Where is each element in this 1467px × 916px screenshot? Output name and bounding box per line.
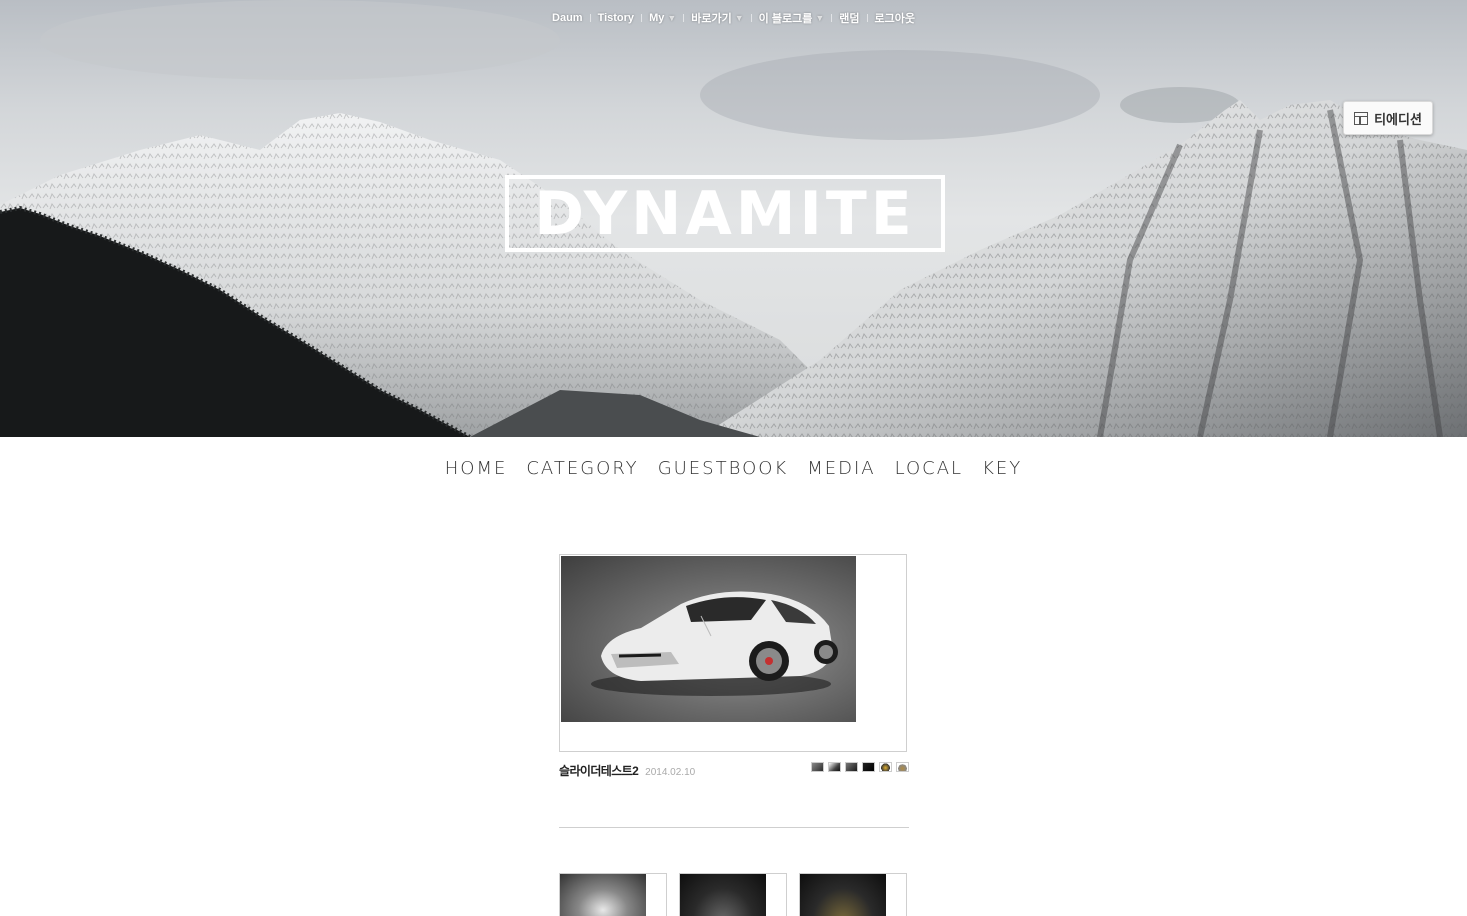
main-navigation: HOME CATEGORY GUESTBOOK MEDIA LOCAL KEY (0, 458, 1467, 482)
blog-title: DYNAMITE (534, 178, 916, 249)
topbar-this-blog-menu[interactable]: 이 블로그를 ▼ (752, 10, 832, 26)
nav-guestbook[interactable]: GUESTBOOK (658, 458, 789, 482)
slider-thumb-2[interactable] (828, 762, 841, 772)
post-meta: 슬라이더테스트2 2014.02.10 (559, 762, 695, 778)
nav-key[interactable]: KEY (982, 458, 1022, 482)
blog-title-logo[interactable]: DYNAMITE (505, 175, 945, 252)
topbar-my-menu[interactable]: My ▼ (642, 12, 683, 24)
topbar-shortcut-menu[interactable]: 바로가기 ▼ (684, 10, 750, 26)
post-slider[interactable] (559, 554, 907, 752)
topbar-this-blog-label: 이 블로그를 (758, 13, 813, 25)
nav-home[interactable]: HOME (445, 458, 508, 482)
topbar-tistory-link[interactable]: Tistory (591, 12, 641, 24)
topbar-my-label: My (649, 12, 665, 24)
layout-icon (1354, 111, 1369, 125)
nav-media[interactable]: MEDIA (807, 458, 875, 482)
post-title-link[interactable]: 슬라이더테스트2 (559, 762, 639, 779)
grid-thumbnail-image (560, 874, 646, 916)
topbar-daum-link[interactable]: Daum (545, 12, 590, 24)
topbar-logout-link[interactable]: 로그아웃 (868, 10, 922, 26)
topbar-random-link[interactable]: 랜덤 (832, 10, 866, 26)
slider-thumb-1[interactable] (811, 762, 824, 772)
topbar-shortcut-label: 바로가기 (691, 13, 732, 25)
hero-header: Daum Tistory My ▼ 바로가기 ▼ 이 블로그를 ▼ 랜덤 로그아… (0, 0, 1467, 437)
caret-down-icon: ▼ (734, 13, 744, 23)
tedition-label: 티에디션 (1374, 111, 1422, 127)
grid-thumbnail-2[interactable] (679, 873, 787, 916)
caret-down-icon: ▼ (815, 13, 825, 23)
nav-local[interactable]: LOCAL (895, 458, 963, 482)
slider-thumbnails (811, 762, 909, 772)
grid-thumbnail-image (800, 874, 886, 916)
slider-thumb-5[interactable] (879, 762, 892, 772)
grid-thumbnail-1[interactable] (559, 873, 667, 916)
post-divider (559, 827, 909, 828)
grid-thumbnail-image (680, 874, 766, 916)
caret-down-icon: ▼ (667, 13, 677, 23)
top-utility-bar: Daum Tistory My ▼ 바로가기 ▼ 이 블로그를 ▼ 랜덤 로그아… (0, 9, 1467, 27)
post-date: 2014.02.10 (645, 767, 696, 778)
tedition-button[interactable]: 티에디션 (1343, 101, 1433, 135)
slider-thumb-4[interactable] (862, 762, 875, 772)
nav-category[interactable]: CATEGORY (526, 458, 638, 482)
post-main-image[interactable] (561, 556, 856, 722)
slider-thumb-6[interactable] (896, 762, 909, 772)
grid-thumbnail-3[interactable] (799, 873, 907, 916)
slider-thumb-3[interactable] (845, 762, 858, 772)
car-image (591, 591, 838, 696)
